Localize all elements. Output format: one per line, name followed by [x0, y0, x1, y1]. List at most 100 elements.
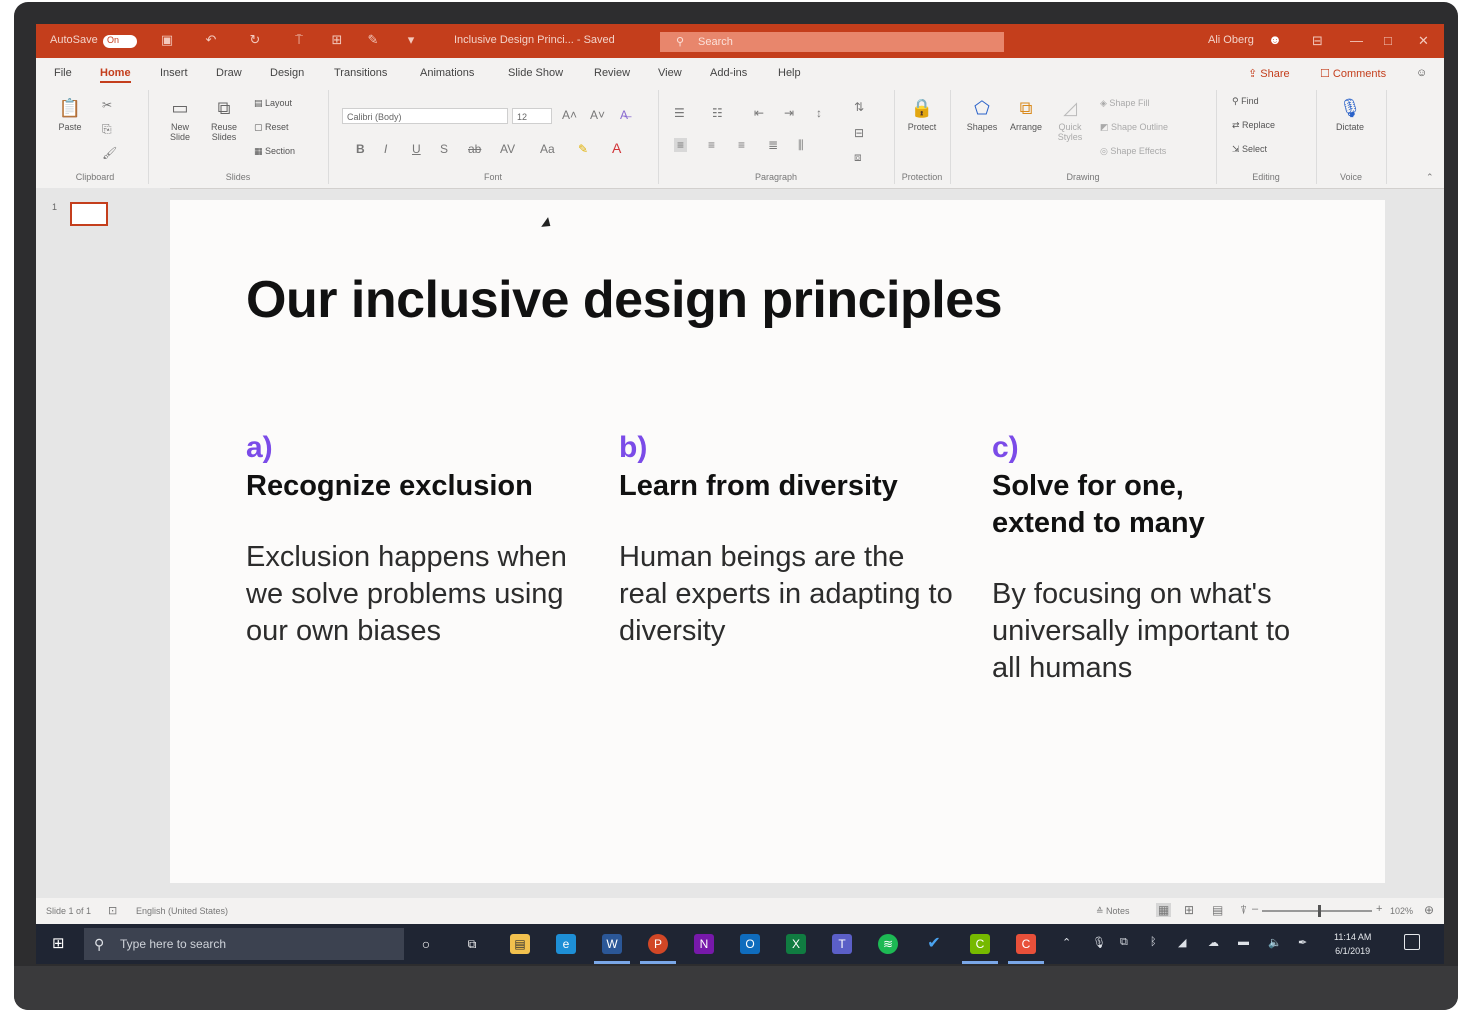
tab-review[interactable]: Review	[594, 67, 630, 79]
fit-to-window-icon[interactable]: ⊕	[1424, 903, 1434, 917]
maximize-icon[interactable]: □	[1384, 33, 1392, 48]
close-icon[interactable]: ✕	[1418, 33, 1429, 49]
find-button[interactable]: ⚲ Find	[1232, 96, 1259, 107]
clear-formatting-icon[interactable]: A̶	[620, 108, 628, 122]
excel-icon[interactable]: X	[786, 934, 806, 954]
save-icon[interactable]: ▣	[160, 33, 174, 47]
collapse-ribbon-icon[interactable]: ⌃	[1426, 172, 1434, 183]
align-left-icon[interactable]: ≡	[674, 138, 688, 152]
slideshow-icon[interactable]: ⍒	[1240, 903, 1247, 918]
font-size-combo[interactable]: 12	[512, 108, 552, 124]
reuse-slides-button[interactable]: ⧉ Reuse Slides	[206, 96, 242, 142]
align-text-icon[interactable]: ⊟	[854, 126, 864, 140]
onedrive-icon[interactable]: ☁	[1208, 936, 1219, 949]
draw-icon[interactable]: ✎	[366, 33, 380, 47]
select-button[interactable]: ⇲ Select	[1232, 144, 1267, 155]
tab-insert[interactable]: Insert	[160, 67, 188, 79]
user-name[interactable]: Ali Oberg	[1208, 34, 1254, 46]
shadow-icon[interactable]: S	[440, 142, 448, 156]
shape-effects-button[interactable]: ◎ Shape Effects	[1100, 146, 1166, 157]
justify-icon[interactable]: ≣	[768, 138, 778, 152]
align-right-icon[interactable]: ≡	[738, 138, 745, 152]
volume-icon[interactable]: 🔈	[1268, 936, 1282, 949]
autosave-toggle[interactable]: On	[103, 35, 137, 48]
ribbon-display-icon[interactable]: ⊟	[1312, 33, 1323, 49]
todo-icon[interactable]: ✔	[924, 934, 944, 954]
tab-animations[interactable]: Animations	[420, 67, 474, 79]
title-search-box[interactable]: ⚲ Search	[660, 32, 1004, 52]
dictate-button[interactable]: 🎙 Dictate	[1330, 96, 1370, 132]
numbering-icon[interactable]: ☷	[712, 106, 723, 120]
highlight-icon[interactable]: ✎	[578, 142, 588, 156]
increase-indent-icon[interactable]: ⇥	[784, 106, 794, 120]
section-button[interactable]: ▦ Section	[254, 146, 295, 157]
paste-button[interactable]: 📋 Paste	[52, 96, 88, 132]
copy-icon[interactable]: ⎘	[102, 122, 112, 137]
taskbar-search-box[interactable]: ⚲ Type here to search	[84, 928, 404, 960]
grow-font-icon[interactable]: A˄	[562, 108, 577, 122]
outlook-icon[interactable]: O	[740, 934, 760, 954]
network-icon[interactable]: ◢	[1178, 936, 1186, 949]
camtasia-icon[interactable]: C	[970, 934, 990, 954]
replace-button[interactable]: ⇄ Replace	[1232, 120, 1275, 131]
strikethrough-icon[interactable]: ab	[468, 142, 481, 156]
notes-button[interactable]: ≙ Notes	[1096, 906, 1130, 917]
zoom-out-icon[interactable]: –	[1252, 903, 1258, 915]
format-painter-icon[interactable]: 🖌	[102, 146, 117, 160]
windows-start-icon[interactable]: ⊞	[52, 936, 68, 952]
zoom-level[interactable]: 102%	[1390, 906, 1413, 916]
present-icon[interactable]: ⍑	[292, 33, 306, 47]
cut-icon[interactable]: ✂	[102, 98, 112, 112]
touch-mode-icon[interactable]: ⊞	[330, 33, 344, 47]
battery-icon[interactable]: ▬	[1238, 936, 1249, 948]
underline-icon[interactable]: U	[412, 142, 421, 156]
tab-help[interactable]: Help	[778, 67, 801, 79]
italic-icon[interactable]: I	[384, 142, 387, 156]
protect-button[interactable]: 🔒 Protect	[902, 96, 942, 132]
recorder-icon[interactable]: C	[1016, 934, 1036, 954]
tab-home[interactable]: Home	[100, 67, 131, 83]
tab-add-ins[interactable]: Add-ins	[710, 67, 747, 79]
file-explorer-icon[interactable]: ▤	[510, 934, 530, 954]
pen-icon[interactable]: ✒	[1298, 936, 1307, 949]
zoom-slider[interactable]	[1262, 910, 1372, 912]
line-spacing-icon[interactable]: ↕	[816, 106, 822, 120]
shape-fill-button[interactable]: ◈ Shape Fill	[1100, 98, 1149, 109]
teams-tray-icon[interactable]: ⧉	[1120, 936, 1128, 949]
task-view-icon[interactable]: ⧉	[462, 934, 482, 954]
microphone-tray-icon[interactable]: 🎙	[1092, 936, 1106, 949]
reset-button[interactable]: ▢ Reset	[254, 122, 289, 133]
customize-qat-icon[interactable]: ▾	[404, 33, 418, 47]
spotify-icon[interactable]: ≋	[878, 934, 898, 954]
word-icon[interactable]: W	[602, 934, 622, 954]
tab-slide-show[interactable]: Slide Show	[508, 67, 563, 79]
clock[interactable]: 11:14 AM 6/1/2019	[1334, 930, 1371, 958]
shrink-font-icon[interactable]: A˅	[590, 108, 605, 122]
tab-design[interactable]: Design	[270, 67, 304, 79]
font-color-icon[interactable]: A	[612, 140, 621, 156]
edge-icon[interactable]: e	[556, 934, 576, 954]
character-spacing-icon[interactable]: AV	[500, 142, 515, 156]
show-hidden-icons-icon[interactable]: ⌃	[1062, 936, 1071, 949]
principle-column[interactable]: b) Learn from diversity Human beings are…	[619, 430, 959, 650]
bullets-icon[interactable]: ☰	[674, 106, 685, 120]
smartart-icon[interactable]: ⧈	[854, 150, 862, 165]
change-case-icon[interactable]: Aa	[540, 142, 555, 156]
undo-icon[interactable]: ↶	[204, 33, 218, 47]
font-name-combo[interactable]: Calibri (Body)	[342, 108, 508, 124]
columns-icon[interactable]: ⫼	[798, 138, 804, 153]
new-slide-button[interactable]: ▭ New Slide	[162, 96, 198, 142]
tab-file[interactable]: File	[54, 67, 72, 79]
tab-draw[interactable]: Draw	[216, 67, 242, 79]
principle-column[interactable]: c) Solve for one, extend to many By focu…	[992, 430, 1322, 687]
smiley-icon[interactable]: ☺	[1416, 67, 1427, 79]
arrange-button[interactable]: ⧉ Arrange	[1008, 96, 1044, 132]
normal-view-icon[interactable]: ▦	[1156, 903, 1172, 917]
bluetooth-icon[interactable]: ᛒ	[1150, 936, 1157, 948]
tab-view[interactable]: View	[658, 67, 682, 79]
tab-transitions[interactable]: Transitions	[334, 67, 387, 79]
slide-canvas[interactable]: Our inclusive design principles a) Recog…	[170, 200, 1385, 883]
decrease-indent-icon[interactable]: ⇤	[754, 106, 764, 120]
zoom-slider-thumb[interactable]	[1318, 905, 1321, 917]
cortana-icon[interactable]: ○	[416, 934, 436, 954]
